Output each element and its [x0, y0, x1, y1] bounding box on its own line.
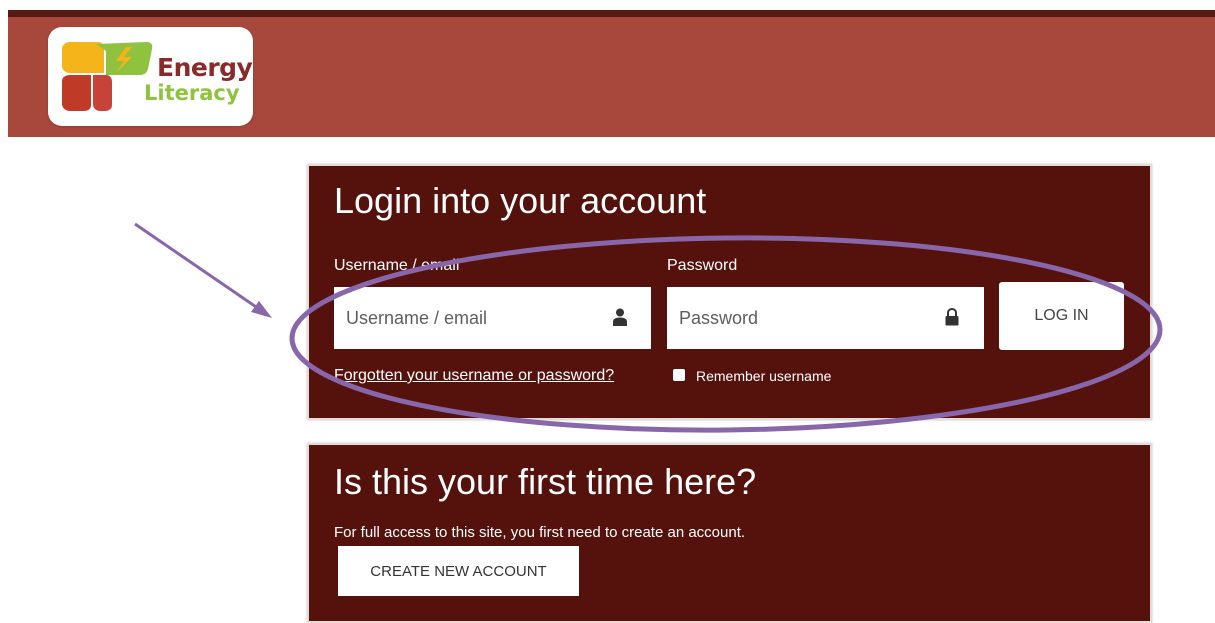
password-field[interactable] [667, 287, 984, 349]
annotation-arrow-line [134, 222, 263, 313]
login-title: Login into your account [334, 180, 707, 221]
site-logo[interactable]: Energy Literacy [48, 27, 253, 126]
password-input[interactable] [667, 287, 937, 349]
remember-username-label[interactable]: Remember username [696, 368, 831, 384]
lock-icon [945, 307, 959, 331]
login-panel: Login into your account Username / email… [307, 164, 1152, 420]
forgot-password-link[interactable]: Forgotten your username or password? [334, 367, 614, 385]
user-icon [612, 308, 628, 331]
logo-text-literacy: Literacy [144, 81, 240, 105]
signup-description: For full access to this site, you first … [334, 524, 746, 541]
signup-title: Is this your first time here? [334, 461, 757, 502]
username-input[interactable] [334, 287, 604, 349]
login-button[interactable]: LOG IN [999, 282, 1124, 350]
remember-username-checkbox[interactable] [673, 369, 685, 381]
logo-text-energy: Energy [157, 53, 253, 82]
password-label: Password [667, 257, 738, 274]
logo-mark-icon [62, 42, 153, 111]
username-field[interactable] [334, 287, 651, 349]
annotation-arrow-head-icon [251, 301, 272, 318]
create-account-button[interactable]: CREATE NEW ACCOUNT [338, 546, 579, 596]
username-label: Username / email [334, 257, 460, 274]
signup-panel: Is this your first time here? For full a… [307, 443, 1152, 623]
top-bar [8, 10, 1215, 17]
